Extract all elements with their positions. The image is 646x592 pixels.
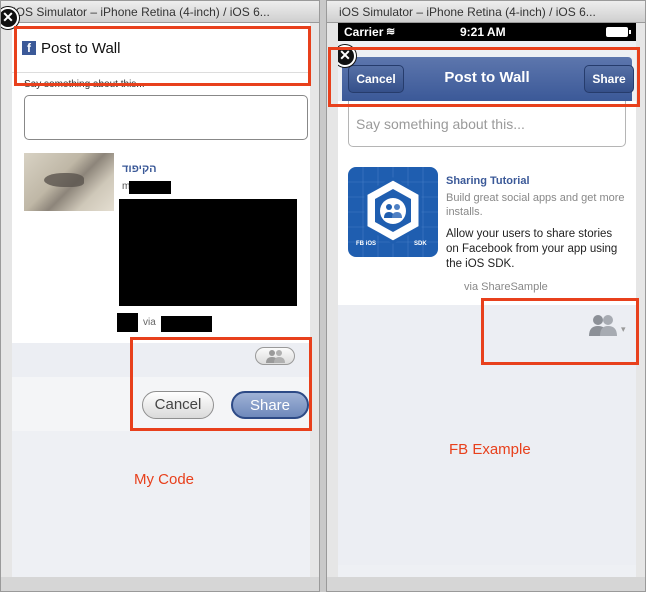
simulator-window-right: iOS Simulator – iPhone Retina (4-inch) /… <box>326 0 646 592</box>
message-input[interactable] <box>24 95 308 140</box>
dialog-body: Say something about this... FB iOS SDK S… <box>338 101 636 305</box>
window-bezel <box>1 577 319 591</box>
app-icon-label: SDK <box>414 241 427 247</box>
highlight-box <box>130 337 312 431</box>
app-icon-label: FB iOS <box>356 241 377 247</box>
via-label: via ShareSample <box>464 281 548 293</box>
simulator-screen: f Post to Wall Say something about this.… <box>12 23 310 579</box>
link-caption: Allow your users to share stories on Fac… <box>446 228 618 270</box>
screenshot: iOS Simulator – iPhone Retina (4-inch) /… <box>0 0 646 592</box>
app-icon: FB iOS SDK <box>348 167 438 257</box>
dialog-body: Say something about this... הקיפוד m via <box>12 73 310 343</box>
carrier-label: Carrier <box>344 25 384 39</box>
highlight-box <box>481 298 639 365</box>
window-title: iOS Simulator – iPhone Retina (4-inch) /… <box>1 1 319 23</box>
redacted-block <box>161 316 212 332</box>
battery-icon <box>606 27 631 37</box>
highlight-box <box>328 47 640 107</box>
simulator-window-left: iOS Simulator – iPhone Retina (4-inch) /… <box>0 0 320 592</box>
wifi-icon: ≋ <box>386 26 396 38</box>
message-placeholder: Say something about this... <box>356 116 525 132</box>
redacted-block <box>117 313 138 332</box>
status-time: 9:21 AM <box>460 25 506 39</box>
link-description: Build great social apps and get more ins… <box>446 192 625 218</box>
caption: My Code <box>134 471 195 488</box>
caption: FB Example <box>449 441 531 458</box>
highlight-box <box>14 26 311 86</box>
status-bar: Carrier ≋ 9:21 AM <box>338 23 636 41</box>
link-title[interactable]: Sharing Tutorial <box>446 175 530 187</box>
link-thumbnail <box>24 153 114 211</box>
via-label: via <box>143 317 156 328</box>
window-bezel <box>327 577 645 591</box>
redacted-block <box>129 181 171 194</box>
link-title[interactable]: הקיפוד <box>122 163 157 175</box>
window-title: iOS Simulator – iPhone Retina (4-inch) /… <box>327 1 645 23</box>
redacted-block <box>119 199 297 306</box>
